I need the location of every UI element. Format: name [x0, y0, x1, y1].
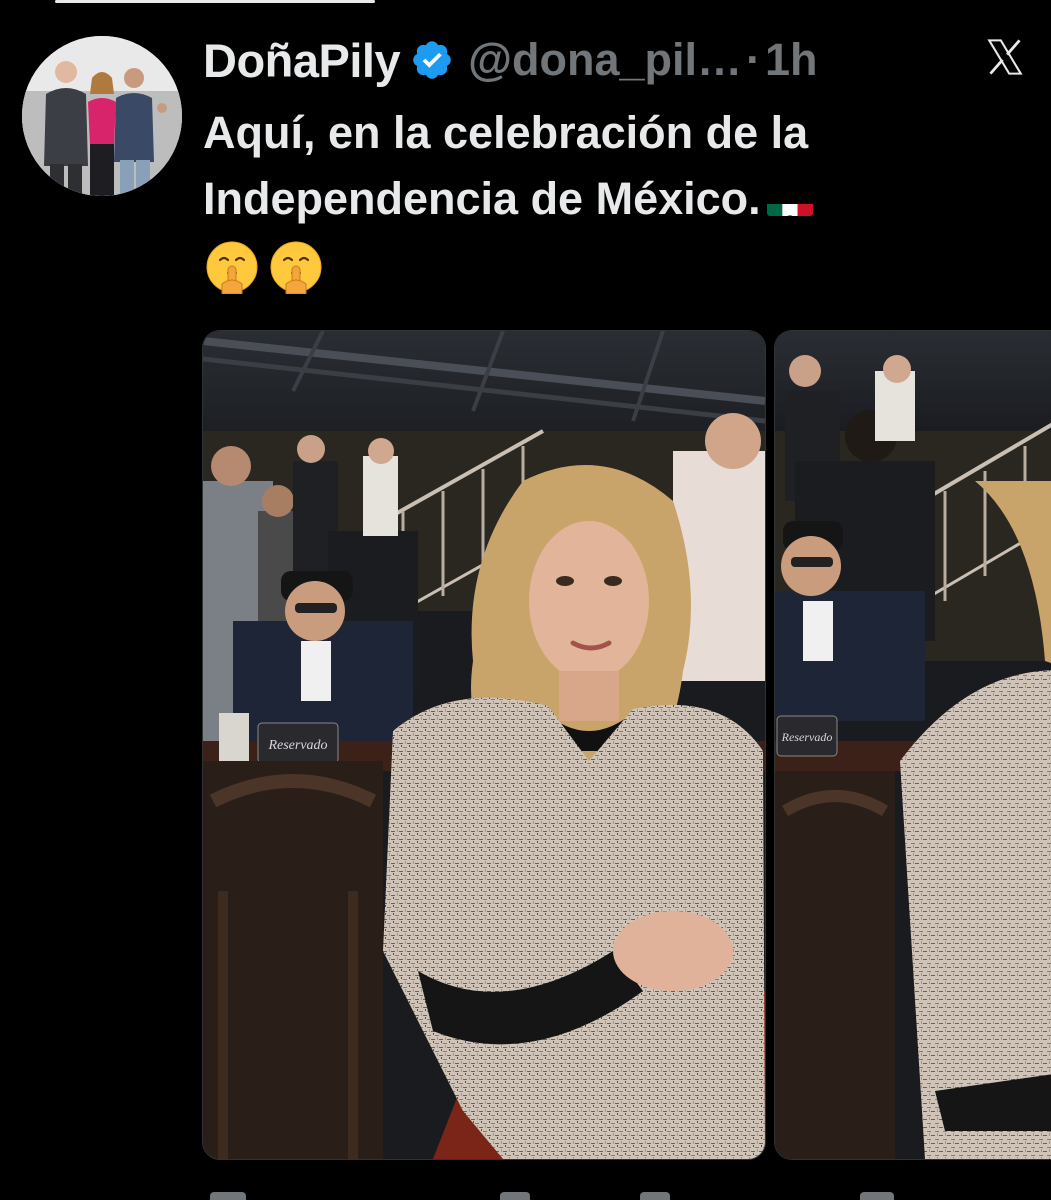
tweet-text-line-1: Aquí, en la celebración de la: [203, 107, 809, 158]
mexico-flag-emoji: [766, 186, 813, 216]
tweet-header: DoñaPily @dona_pil… · 1h: [203, 28, 818, 92]
reserved-sign-text-2: Reservado: [781, 730, 833, 744]
media-photo-2[interactable]: Reservado: [774, 330, 1051, 1160]
reply-icon[interactable]: [210, 1192, 246, 1200]
tweet-text-line-2: Independencia de México.: [203, 173, 761, 224]
media-photo-1[interactable]: Reservado: [202, 330, 766, 1160]
repost-icon[interactable]: [500, 1192, 530, 1200]
tweet-text: Aquí, en la celebración de la Independen…: [203, 100, 1033, 232]
top-scroll-indicator: [55, 0, 375, 3]
shushing-face-emoji: [206, 241, 258, 294]
reserved-sign-text: Reservado: [267, 738, 327, 753]
timestamp[interactable]: 1h: [765, 34, 818, 86]
avatar[interactable]: [22, 36, 182, 196]
tweet-text-line-2-wrap: Independencia de México.: [203, 166, 1033, 232]
separator: ·: [746, 34, 761, 85]
like-icon[interactable]: [640, 1192, 670, 1200]
share-icon[interactable]: [860, 1192, 894, 1200]
display-name[interactable]: DoñaPily: [203, 33, 401, 88]
emoji-row: [205, 240, 323, 294]
x-logo-icon[interactable]: [983, 36, 1027, 78]
shushing-face-emoji: [270, 241, 322, 294]
handle[interactable]: @dona_pil…: [468, 34, 742, 86]
verified-badge-icon: [410, 38, 454, 82]
